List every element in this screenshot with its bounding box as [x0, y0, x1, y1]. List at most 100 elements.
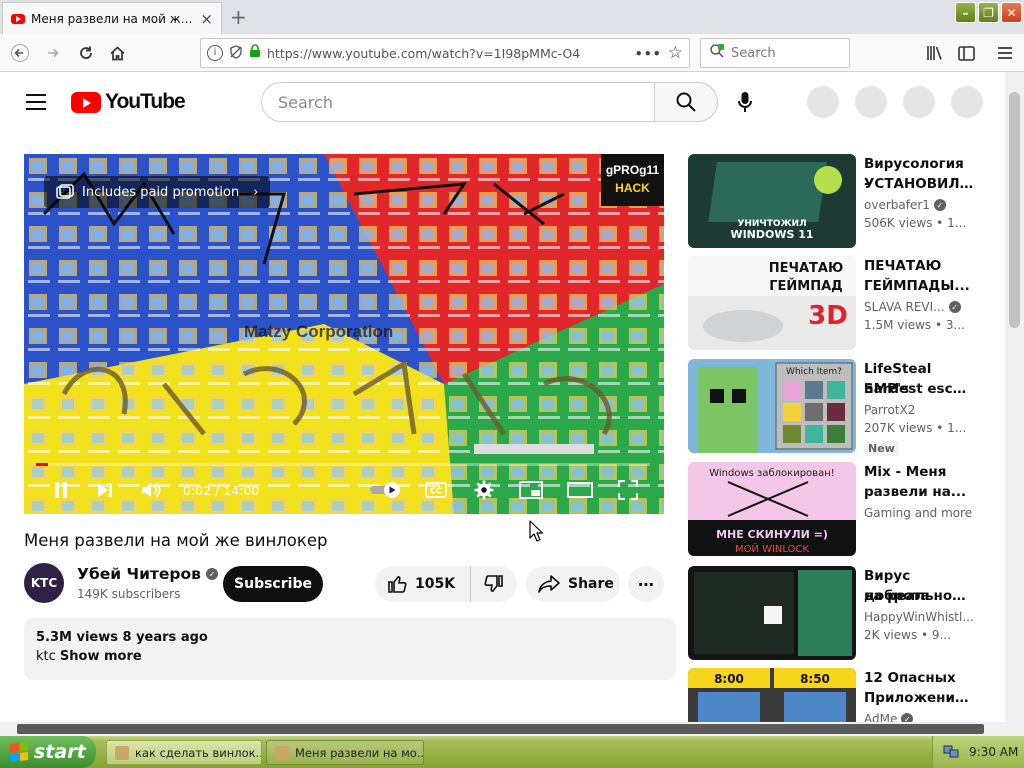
recommended-title[interactable]: ПЕЧАТАЮ [864, 256, 974, 276]
video-thumbnail[interactable]: 8:00 8:50 [688, 668, 856, 722]
miniplayer-button[interactable] [518, 478, 544, 502]
recommended-channel-name[interactable]: ParrotX2 [864, 403, 915, 417]
channel-avatar[interactable]: KTC [24, 563, 64, 603]
channel-name-row: Убей Читеров ✓ [77, 565, 218, 583]
horizontal-scrollbar[interactable] [0, 722, 1024, 736]
minimize-button[interactable]: – [955, 2, 976, 23]
library-icon[interactable] [924, 42, 946, 64]
share-button[interactable]: Share [526, 566, 620, 602]
guide-menu-icon[interactable] [26, 94, 46, 110]
recommended-title-line2[interactable]: УСТАНОВИЛ ... [864, 174, 974, 194]
header-placeholder-button[interactable] [951, 86, 983, 118]
voice-search-button[interactable] [733, 90, 757, 114]
sidebar-toggle-icon[interactable] [955, 42, 977, 64]
pause-button[interactable] [50, 478, 72, 502]
recommended-title-line2[interactable]: Приложений... [864, 688, 974, 708]
show-more-link[interactable]: Show more [60, 649, 142, 664]
video-thumbnail[interactable]: Which Item? [688, 359, 856, 453]
recommended-views: 207K views • 1... [864, 421, 967, 435]
close-window-button[interactable]: ✕ [1001, 2, 1022, 23]
recommended-video[interactable]: Which Item? LifeSteal SMP's hardest esca… [688, 359, 978, 456]
recommended-title-line2[interactable]: на реальном... [864, 586, 974, 606]
theater-mode-button[interactable] [566, 478, 594, 502]
start-button[interactable]: start [0, 736, 96, 768]
video-thumbnail[interactable]: WINDOWS 11 УНИЧТОЖИЛ [688, 154, 856, 248]
page-actions-icon[interactable]: ••• [635, 46, 662, 61]
svg-text:МНЕ СКИНУЛИ =): МНЕ СКИНУЛИ =) [716, 528, 828, 541]
recommended-title[interactable]: Mix - Меня [864, 462, 974, 482]
like-button[interactable]: 105K [375, 566, 471, 602]
svg-text:3D: 3D [808, 301, 848, 331]
video-thumbnail[interactable]: Windows заблокирован! МНЕ СКИНУЛИ =) МОЙ… [688, 462, 856, 556]
taskbar-task[interactable]: как сделать винлок... [106, 740, 262, 765]
forward-arrow-icon[interactable] [42, 42, 64, 64]
url-text[interactable]: https://www.youtube.com/watch?v=1I98pMMc… [267, 46, 629, 61]
subscribe-button[interactable]: Subscribe [223, 566, 323, 602]
recommended-channel: ParrotX2 [864, 403, 915, 417]
recommended-channel-name[interactable]: overbafer1 [864, 198, 930, 212]
youtube-wordmark: YouTube [105, 90, 186, 113]
recommended-title[interactable]: 12 Опасных [864, 668, 974, 688]
recommended-channel-name[interactable]: HappyWinWhistl... [864, 610, 974, 624]
tracking-protection-icon[interactable] [229, 44, 243, 62]
settings-button[interactable] [472, 478, 496, 502]
channel-name[interactable]: Убей Читеров [77, 565, 201, 583]
site-info-icon[interactable]: i [207, 45, 223, 61]
recommended-channel-name[interactable]: SLAVA REVI... [864, 300, 945, 314]
fullscreen-button[interactable] [616, 478, 640, 502]
vertical-scrollbar-thumb[interactable] [1009, 92, 1020, 328]
progress-bar[interactable] [36, 463, 650, 466]
recommended-channel-name[interactable]: Gaming and more [864, 506, 972, 520]
autoplay-toggle[interactable] [368, 478, 404, 502]
youtube-search-input[interactable]: Search [261, 82, 655, 122]
header-placeholder-button[interactable] [855, 86, 887, 118]
header-placeholder-button[interactable] [807, 86, 839, 118]
description-box[interactable]: 5.3M views 8 years ago ktc Show more [24, 618, 676, 680]
recommended-video[interactable]: Windows заблокирован! МНЕ СКИНУЛИ =) МОЙ… [688, 462, 978, 557]
recommended-channel: overbafer1 ✓ [864, 198, 946, 212]
back-arrow-icon[interactable] [9, 42, 31, 64]
recommended-video[interactable]: WINDOWS 11 УНИЧТОЖИЛ Вирусология - УСТАН… [688, 154, 978, 249]
network-icon[interactable] [943, 743, 959, 762]
more-actions-button[interactable]: ⋯ [628, 566, 664, 602]
browser-tab-active[interactable]: Меня развели на мой же винлокер × [2, 2, 222, 34]
youtube-logo[interactable]: YouTube [71, 90, 186, 114]
svg-text:МОЙ WINLOCK: МОЙ WINLOCK [735, 542, 810, 555]
reload-icon[interactable] [75, 42, 97, 64]
taskbar-task-active[interactable]: Меня развели на мо... [266, 740, 424, 765]
home-icon[interactable] [106, 42, 128, 64]
horizontal-scrollbar-thumb[interactable] [17, 724, 984, 734]
tab-close-icon[interactable]: × [200, 10, 213, 28]
video-thumbnail[interactable]: ПЕЧАТАЮ ГЕЙМПАД 3D [688, 256, 856, 350]
vertical-scrollbar[interactable] [1005, 72, 1024, 722]
browser-search-field[interactable]: Search [700, 38, 850, 68]
mute-button[interactable] [140, 478, 164, 502]
menu-icon[interactable] [994, 42, 1016, 64]
clock[interactable]: 9:30 AM [969, 745, 1018, 759]
maximize-button[interactable]: ❐ [978, 2, 999, 23]
recommended-title-line2[interactable]: развели на... [864, 482, 974, 502]
captions-button[interactable]: CC [424, 478, 448, 502]
video-player[interactable]: Matzy Corporation [24, 154, 664, 514]
channel-watermark[interactable]: gPROg11 HACK [601, 154, 664, 206]
recommended-video[interactable]: Вирус доброта на реальном... HappyWinWhi… [688, 566, 978, 661]
paid-promotion-chip[interactable]: Includes paid promotion › [44, 176, 271, 208]
youtube-search-button[interactable] [654, 82, 718, 122]
url-bar[interactable]: i https://www.youtube.com/watch?v=1I98pM… [200, 38, 690, 68]
new-tab-button[interactable]: + [230, 5, 247, 29]
svg-text:ПЕЧАТАЮ: ПЕЧАТАЮ [769, 261, 844, 276]
header-placeholder-button[interactable] [903, 86, 935, 118]
recommended-video[interactable]: 8:00 8:50 12 Опасных Приложений... AdMe … [688, 668, 978, 722]
video-frame: Matzy Corporation [24, 154, 664, 514]
video-thumbnail[interactable] [688, 566, 856, 660]
next-button[interactable] [94, 478, 116, 502]
search-engine-icon[interactable] [709, 43, 725, 63]
pause-icon [55, 482, 67, 498]
recommended-video[interactable]: ПЕЧАТАЮ ГЕЙМПАД 3D ПЕЧАТАЮ ГЕЙМПАДЫ... S… [688, 256, 978, 351]
like-count: 105K [415, 576, 456, 592]
dislike-button[interactable] [471, 566, 517, 602]
bookmark-star-icon[interactable]: ☆ [668, 43, 683, 63]
recommended-title-line2[interactable]: ГЕЙМПАДЫ... [864, 276, 974, 296]
recommended-channel-name[interactable]: AdMe [864, 712, 897, 722]
recommended-title-line2[interactable]: hardest escap... [864, 379, 974, 399]
